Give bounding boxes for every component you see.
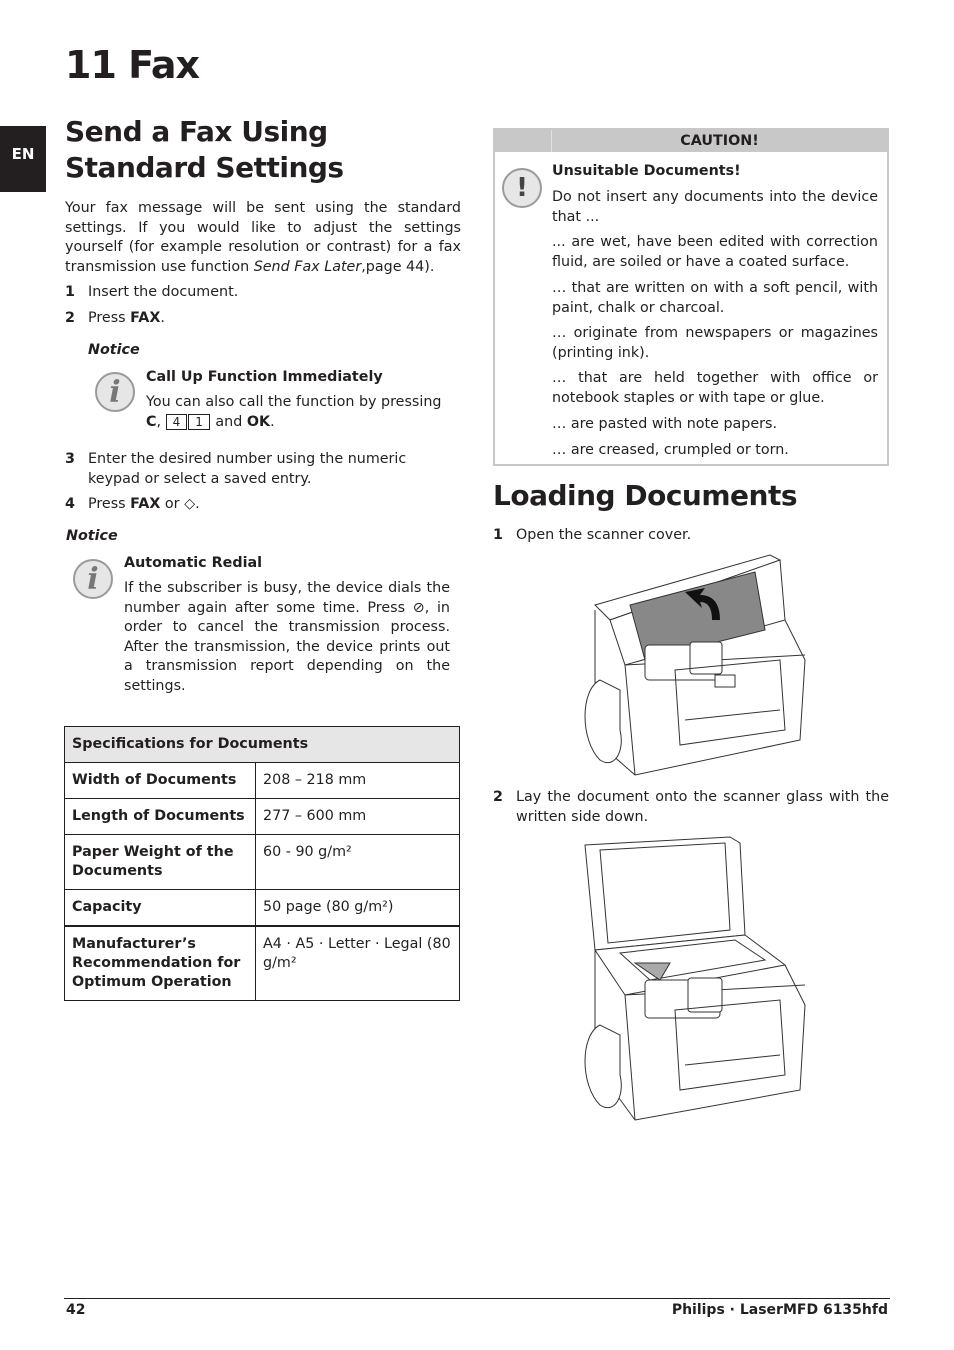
table-row: Manufacturer’s Recommendation for Optimu… xyxy=(64,925,460,1001)
notice-label: Notice xyxy=(88,342,140,358)
send-fax-later-link[interactable]: Send Fax Later xyxy=(254,259,362,275)
step-text: Open the scanner cover. xyxy=(516,527,692,543)
caution-item: ... are wet, have been edited with corre… xyxy=(552,234,878,270)
caution-item: … that are written on with a soft pencil… xyxy=(552,280,878,316)
spec-key: Manufacturer’s Recommendation for Optimu… xyxy=(64,925,256,1001)
intro-paragraph: Your fax message will be sent using the … xyxy=(65,199,461,277)
caution-item: … originate from newspapers or magazines… xyxy=(552,325,878,361)
notice-text: You can also call the function by pressi… xyxy=(146,394,442,430)
step-number: 2 xyxy=(65,310,75,326)
key-1: 1 xyxy=(188,413,210,430)
caution-title: Unsuitable Documents! xyxy=(552,163,741,179)
step-text: Insert the document. xyxy=(88,284,239,300)
spec-key: Paper Weight of the Documents xyxy=(64,834,256,890)
printer-document-on-glass-illustration xyxy=(584,836,806,1121)
exclamation-icon: ! xyxy=(502,168,542,208)
notice-title: Automatic Redial xyxy=(124,555,263,571)
caution-box: CAUTION! ! Unsuitable Documents! Do not … xyxy=(493,128,889,466)
spec-value: 50 page (80 g/m²) xyxy=(255,889,460,927)
stop-icon: ⊘ xyxy=(412,599,425,616)
step-number: 4 xyxy=(65,496,75,512)
table-header: Specifications for Documents xyxy=(64,726,460,763)
step-text: Press FAX or ◇. xyxy=(88,496,200,512)
caution-header: CAUTION! xyxy=(495,130,887,152)
step-number: 1 xyxy=(65,284,75,300)
step-1: 1 Insert the document. xyxy=(65,283,461,303)
caution-item: … are creased, crumpled or torn. xyxy=(552,442,789,458)
chapter-title: 11 Fax xyxy=(65,43,200,87)
info-icon: i xyxy=(73,559,113,599)
spec-value: 208 – 218 mm xyxy=(255,762,460,799)
caution-item: … are pasted with note papers. xyxy=(552,416,778,432)
step-number: 2 xyxy=(493,789,503,805)
loading-step-1: 1 Open the scanner cover. xyxy=(493,526,889,546)
specifications-table: Specifications for Documents Width of Do… xyxy=(64,726,460,1001)
step-4: 4 Press FAX or ◇. xyxy=(65,495,461,515)
spec-value: 60 - 90 g/m² xyxy=(255,834,460,890)
caution-item: … that are held together with office or … xyxy=(552,370,878,406)
table-row: Width of Documents 208 – 218 mm xyxy=(64,762,460,799)
start-icon: ◇ xyxy=(184,496,196,512)
language-tab: EN xyxy=(0,126,46,192)
product-name: Philips · LaserMFD 6135hfd xyxy=(671,1302,888,1318)
table-row: Length of Documents 277 – 600 mm xyxy=(64,798,460,835)
notice-text: If the subscriber is busy, the device di… xyxy=(124,580,450,694)
page-number: 42 xyxy=(66,1302,86,1318)
spec-key: Capacity xyxy=(64,889,256,927)
step-number: 3 xyxy=(65,451,75,467)
step-2: 2 Press FAX. xyxy=(65,309,461,329)
ok-key: OK xyxy=(246,413,271,430)
footer-divider xyxy=(64,1298,890,1299)
c-key: C xyxy=(146,413,157,430)
section-heading-send-fax: Send a Fax Using Standard Settings xyxy=(65,115,344,184)
intro-text-end: ,page 44). xyxy=(361,258,435,275)
step-number: 1 xyxy=(493,527,503,543)
spec-key: Width of Documents xyxy=(64,762,256,799)
table-row: Paper Weight of the Documents 60 - 90 g/m… xyxy=(64,834,460,890)
notice-label: Notice xyxy=(66,528,118,544)
spec-key: Length of Documents xyxy=(64,798,256,835)
section-heading-loading-documents: Loading Documents xyxy=(493,479,798,512)
step-text: Enter the desired number using the numer… xyxy=(88,451,407,487)
spec-value: A4 · A5 · Letter · Legal (80 g/m² xyxy=(255,925,460,1001)
notice-title: Call Up Function Immediately xyxy=(146,369,383,385)
loading-step-2: 2 Lay the document onto the scanner glas… xyxy=(493,788,889,827)
step-3: 3 Enter the desired number using the num… xyxy=(65,450,461,489)
step-text: Lay the document onto the scanner glass … xyxy=(516,789,889,825)
table-row: Capacity 50 page (80 g/m²) xyxy=(64,889,460,927)
fax-key: FAX xyxy=(130,496,161,512)
key-4: 4 xyxy=(165,413,188,430)
caution-intro: Do not insert any documents into the dev… xyxy=(552,189,878,225)
table-header-row: Specifications for Documents xyxy=(64,726,460,763)
spec-value: 277 – 600 mm xyxy=(255,798,460,835)
caution-header-label: CAUTION! xyxy=(680,133,759,149)
printer-open-cover-illustration xyxy=(584,554,806,776)
info-icon: i xyxy=(95,372,135,412)
step-text: Press FAX. xyxy=(88,310,165,326)
fax-key: FAX xyxy=(130,310,161,326)
